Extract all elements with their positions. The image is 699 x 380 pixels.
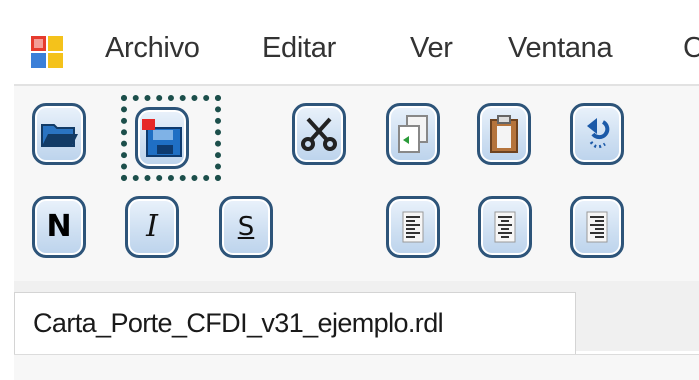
- align-center-button[interactable]: [478, 196, 532, 258]
- open-folder-icon: [41, 124, 78, 147]
- bold-button[interactable]: N: [32, 196, 86, 258]
- italic-button[interactable]: I: [125, 196, 179, 258]
- align-right-icon: [586, 211, 608, 243]
- menu-partial-item[interactable]: C: [683, 32, 699, 65]
- menu-archivo[interactable]: Archivo: [105, 32, 200, 65]
- align-left-button[interactable]: [386, 196, 440, 258]
- selection-highlight: [121, 95, 221, 181]
- menu-ver[interactable]: Ver: [410, 32, 453, 65]
- undo-arrow-icon: [587, 118, 610, 149]
- open-button[interactable]: [32, 103, 86, 165]
- copy-icon: [398, 115, 428, 153]
- paste-button[interactable]: [477, 103, 531, 165]
- scissors-icon: [301, 117, 337, 151]
- align-right-button[interactable]: [570, 196, 624, 258]
- italic-icon: I: [146, 209, 158, 244]
- menu-editar[interactable]: Editar: [262, 32, 336, 65]
- bold-icon: N: [46, 209, 72, 244]
- strikethrough-button[interactable]: S: [219, 196, 273, 258]
- app-icon[interactable]: [30, 35, 64, 69]
- menu-bar: Archivo Editar Ver Ventana C: [0, 0, 699, 86]
- document-tab-label: Carta_Porte_CFDI_v31_ejemplo.rdl: [33, 308, 444, 338]
- strikethrough-icon: S: [237, 212, 255, 242]
- cut-button[interactable]: [292, 103, 346, 165]
- undo-button[interactable]: [570, 103, 624, 165]
- menu-ventana[interactable]: Ventana: [508, 32, 613, 65]
- copy-button[interactable]: [386, 103, 440, 165]
- align-left-icon: [402, 211, 424, 243]
- align-center-icon: [494, 211, 516, 243]
- clipboard-icon: [490, 115, 518, 153]
- document-tab[interactable]: Carta_Porte_CFDI_v31_ejemplo.rdl: [14, 292, 576, 354]
- document-area: [14, 354, 699, 380]
